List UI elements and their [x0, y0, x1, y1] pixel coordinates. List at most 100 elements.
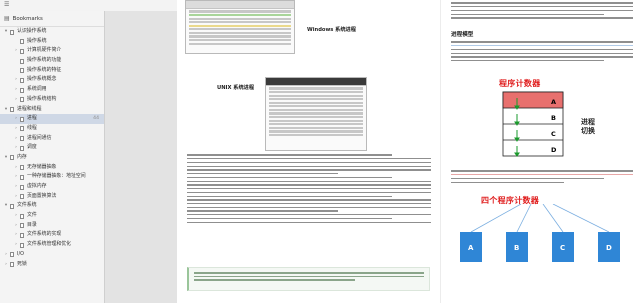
- page-icon: [10, 262, 14, 267]
- chevron-down-icon[interactable]: ▾: [3, 153, 9, 163]
- bookmark-label: 文件系统管理和优化: [27, 241, 72, 248]
- body-text: [187, 152, 431, 225]
- bookmark-item[interactable]: › 进程 44: [0, 114, 104, 124]
- bookmark-label: 内存: [17, 153, 27, 160]
- bookmark-item[interactable]: › 进程间通信: [0, 134, 104, 144]
- bookmark-label: 页面置换算法: [27, 192, 57, 199]
- chevron-right-icon[interactable]: ›: [13, 230, 19, 240]
- bookmark-label: 操作系统的特征: [27, 66, 62, 73]
- document-gutter: [105, 11, 177, 303]
- bookmark-item[interactable]: › 死锁: [0, 260, 104, 270]
- page-icon: [20, 145, 24, 151]
- bookmark-item[interactable]: › 文件系统的实现: [0, 230, 104, 240]
- bookmark-label: 操作系统结构: [27, 95, 57, 102]
- bookmark-item[interactable]: › 目录: [0, 221, 104, 231]
- model-text: [451, 39, 633, 64]
- bookmark-item[interactable]: › 虚拟内存: [0, 182, 104, 192]
- bookmark-page-number: 44: [93, 116, 99, 122]
- bookmarks-header: ▤ Bookmarks: [0, 11, 104, 27]
- bookmark-item[interactable]: ▾ 认识操作系统: [0, 27, 104, 37]
- chevron-right-icon[interactable]: ›: [13, 211, 19, 221]
- chevron-right-icon[interactable]: ›: [13, 95, 19, 105]
- bookmark-label: 死锁: [17, 260, 27, 267]
- bookmark-item[interactable]: › 文件: [0, 211, 104, 221]
- bookmark-item[interactable]: ▾ 内存: [0, 153, 104, 163]
- bookmark-item[interactable]: 操作系统的特征: [0, 66, 104, 76]
- intro-text: [451, 0, 633, 21]
- chevron-right-icon[interactable]: ›: [13, 192, 19, 202]
- page-icon: [20, 87, 24, 93]
- page-icon: [10, 107, 14, 112]
- page-icon: [20, 174, 24, 180]
- bookmark-item[interactable]: › 页面置换算法: [0, 192, 104, 202]
- chevron-right-icon[interactable]: ›: [13, 85, 19, 95]
- bookmark-label: 操作系统的功能: [27, 57, 62, 64]
- bookmark-label: 线程: [27, 124, 37, 131]
- bookmark-label: 文件系统: [17, 202, 37, 209]
- page-icon: [20, 223, 24, 229]
- bookmark-item[interactable]: › I/O: [0, 250, 104, 260]
- bookmark-label: 计算机硬件简介: [27, 47, 62, 54]
- chevron-right-icon[interactable]: ›: [3, 260, 9, 270]
- bookmark-item[interactable]: › 操作系统结构: [0, 95, 104, 105]
- block-c-label: C: [560, 244, 565, 252]
- bookmark-item[interactable]: › 系统调用: [0, 85, 104, 95]
- chevron-right-icon[interactable]: ›: [13, 134, 19, 144]
- page-icon: [20, 242, 24, 248]
- process-a-label: A: [551, 98, 556, 106]
- bookmark-item[interactable]: ▾ 文件系统: [0, 201, 104, 211]
- chevron-right-icon[interactable]: ›: [13, 124, 19, 134]
- bookmark-item[interactable]: ▾ 进程和线程: [0, 105, 104, 115]
- chevron-down-icon[interactable]: ▾: [3, 27, 9, 37]
- page-icon: [10, 203, 14, 209]
- document-page-right: 进程模型 程序计数器 A B C D 进程 切换 四个程序计数器 A B C D: [440, 0, 640, 303]
- chevron-down-icon[interactable]: ▾: [3, 201, 9, 211]
- chevron-right-icon[interactable]: ›: [13, 172, 19, 182]
- bookmark-label: 进程: [27, 115, 37, 122]
- bookmark-item[interactable]: 操作系统: [0, 37, 104, 47]
- sidebar-toggle-icon[interactable]: ☰: [4, 2, 11, 8]
- pc-diagram: A B C D: [502, 91, 564, 157]
- bookmarks-title: Bookmarks: [12, 15, 43, 22]
- chevron-right-icon[interactable]: ›: [13, 221, 19, 231]
- info-note: [187, 267, 430, 291]
- chevron-down-icon[interactable]: ▾: [3, 105, 9, 115]
- bookmark-label: 调度: [27, 144, 37, 151]
- process-c-label: C: [551, 130, 556, 138]
- unix-caption: UNIX 系统进程: [217, 85, 255, 91]
- chevron-right-icon[interactable]: ›: [13, 163, 19, 173]
- page-icon: [20, 213, 24, 219]
- bookmark-item[interactable]: › 计算机硬件简介: [0, 46, 104, 56]
- bookmark-item[interactable]: › 线程: [0, 124, 104, 134]
- bookmark-item[interactable]: 操作系统的功能: [0, 56, 104, 66]
- chevron-right-icon[interactable]: ›: [13, 182, 19, 192]
- bookmark-label: 虚拟内存: [27, 183, 47, 189]
- bookmark-item[interactable]: › 无存储器抽象: [0, 163, 104, 173]
- page-icon: [20, 184, 24, 190]
- chevron-right-icon[interactable]: ›: [13, 240, 19, 250]
- page-icon: [20, 194, 24, 200]
- process-d-label: D: [551, 146, 557, 154]
- bookmark-label: 操作系统: [27, 37, 47, 44]
- bookmark-label: 一种存储器抽象：地址空间: [27, 173, 86, 180]
- bookmark-item[interactable]: › 调度: [0, 143, 104, 153]
- page-icon: [20, 68, 24, 74]
- page-icon: [20, 165, 24, 171]
- bookmark-item[interactable]: › 操作系统概念: [0, 75, 104, 85]
- chevron-right-icon[interactable]: ›: [13, 46, 19, 56]
- bookmark-label: 文件: [27, 212, 37, 219]
- page-icon: [10, 252, 14, 258]
- bookmark-label: 无存储器抽象: [27, 163, 57, 170]
- bookmark-icon: ▤: [4, 15, 10, 22]
- explain-text: [451, 168, 633, 185]
- page-icon: [10, 155, 14, 161]
- bookmark-label: I/O: [17, 250, 24, 257]
- chevron-right-icon[interactable]: ›: [13, 75, 19, 85]
- chevron-right-icon[interactable]: ›: [13, 143, 19, 153]
- bookmarks-sidebar: ▤ Bookmarks ▾ 认识操作系统 操作系统 › 计算机硬件简介 操作系统的功能 操作…: [0, 11, 105, 303]
- chevron-right-icon[interactable]: ›: [3, 250, 9, 260]
- bookmark-item[interactable]: › 一种存储器抽象：地址空间: [0, 172, 104, 182]
- bookmark-item[interactable]: › 文件系统管理和优化: [0, 240, 104, 250]
- chevron-right-icon[interactable]: ›: [13, 114, 19, 124]
- document-page-left: Windows 系统进程 UNIX 系统进程: [177, 0, 440, 303]
